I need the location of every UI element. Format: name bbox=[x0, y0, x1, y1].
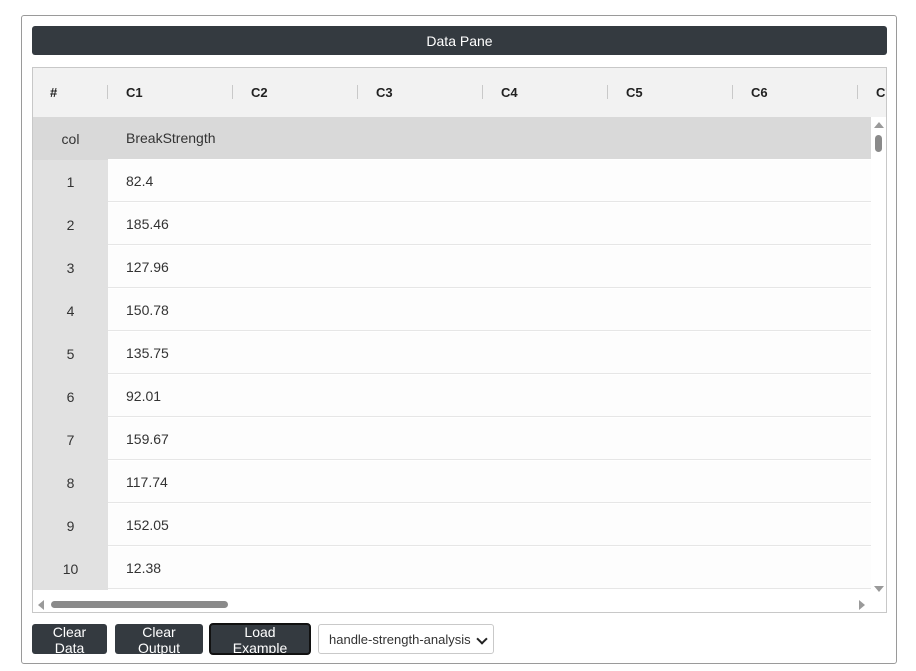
table-row: 4 150.78 bbox=[33, 289, 871, 332]
column-divider bbox=[732, 85, 733, 99]
scroll-down-icon[interactable] bbox=[874, 586, 884, 592]
horizontal-scroll-thumb[interactable] bbox=[51, 601, 228, 608]
column-divider bbox=[232, 85, 233, 99]
column-divider bbox=[107, 85, 108, 99]
column-divider bbox=[357, 85, 358, 99]
row-number: 1 bbox=[33, 160, 108, 203]
column-divider bbox=[607, 85, 608, 99]
column-header-c1[interactable]: C1 bbox=[126, 68, 143, 117]
column-name-cell[interactable]: BreakStrength bbox=[108, 117, 871, 159]
column-header-c3[interactable]: C3 bbox=[376, 68, 393, 117]
row-number: 3 bbox=[33, 246, 108, 289]
row-number: 9 bbox=[33, 504, 108, 547]
table-row: 7 159.67 bbox=[33, 418, 871, 461]
data-cell[interactable]: 135.75 bbox=[108, 332, 871, 374]
column-header-row: # C1 C2 C3 C4 C5 C6 C7 bbox=[33, 68, 886, 118]
pane-title: Data Pane bbox=[32, 26, 887, 55]
row-header-col: col bbox=[33, 117, 108, 160]
scroll-right-icon[interactable] bbox=[859, 600, 865, 610]
data-cell[interactable]: 92.01 bbox=[108, 375, 871, 417]
column-divider bbox=[482, 85, 483, 99]
vertical-scrollbar[interactable] bbox=[871, 117, 886, 592]
column-header-c5[interactable]: C5 bbox=[626, 68, 643, 117]
table-row: 3 127.96 bbox=[33, 246, 871, 289]
column-header-c4[interactable]: C4 bbox=[501, 68, 518, 117]
table-row: 10 12.38 bbox=[33, 547, 871, 590]
row-number: 2 bbox=[33, 203, 108, 246]
column-header-c2[interactable]: C2 bbox=[251, 68, 268, 117]
row-number: 6 bbox=[33, 375, 108, 418]
data-cell[interactable]: 152.05 bbox=[108, 504, 871, 546]
table-row: 2 185.46 bbox=[33, 203, 871, 246]
example-select[interactable]: handle-strength-analysis bbox=[318, 624, 494, 654]
column-divider bbox=[857, 85, 858, 99]
data-cell[interactable]: 127.96 bbox=[108, 246, 871, 288]
row-number: 4 bbox=[33, 289, 108, 332]
chevron-down-icon bbox=[476, 633, 488, 645]
column-header-index: # bbox=[50, 85, 58, 100]
table-row: 6 92.01 bbox=[33, 375, 871, 418]
scroll-left-icon[interactable] bbox=[38, 600, 44, 610]
data-cell[interactable]: 117.74 bbox=[108, 461, 871, 503]
data-grid[interactable]: # C1 C2 C3 C4 C5 C6 C7 col BreakStrength… bbox=[32, 67, 887, 613]
scroll-up-icon[interactable] bbox=[874, 122, 884, 128]
column-header-c7[interactable]: C7 bbox=[876, 68, 886, 117]
column-header-c6[interactable]: C6 bbox=[751, 68, 768, 117]
table-row: 9 152.05 bbox=[33, 504, 871, 547]
row-number: 8 bbox=[33, 461, 108, 504]
example-select-value: handle-strength-analysis bbox=[329, 631, 471, 647]
row-number: 5 bbox=[33, 332, 108, 375]
data-cell[interactable]: 150.78 bbox=[108, 289, 871, 331]
clear-data-button[interactable]: Clear Data bbox=[32, 624, 107, 656]
data-cell[interactable]: 185.46 bbox=[108, 203, 871, 245]
row-number: 7 bbox=[33, 418, 108, 461]
table-row: 8 117.74 bbox=[33, 461, 871, 504]
load-example-button[interactable]: Load Example bbox=[209, 623, 311, 656]
pane-title-label: Data Pane bbox=[426, 32, 493, 49]
grid-body: col BreakStrength 1 82.4 2 185.46 3 127.… bbox=[33, 117, 871, 591]
table-row: 5 135.75 bbox=[33, 332, 871, 375]
horizontal-scrollbar[interactable] bbox=[33, 597, 871, 612]
clear-output-button[interactable]: Clear Output bbox=[115, 624, 203, 656]
data-cell[interactable]: 12.38 bbox=[108, 547, 871, 589]
row-number: 10 bbox=[33, 547, 108, 590]
table-row: 1 82.4 bbox=[33, 160, 871, 203]
column-name-row: col BreakStrength bbox=[33, 117, 871, 160]
vertical-scroll-thumb[interactable] bbox=[875, 135, 882, 152]
data-cell[interactable]: 159.67 bbox=[108, 418, 871, 460]
data-cell[interactable]: 82.4 bbox=[108, 160, 871, 202]
